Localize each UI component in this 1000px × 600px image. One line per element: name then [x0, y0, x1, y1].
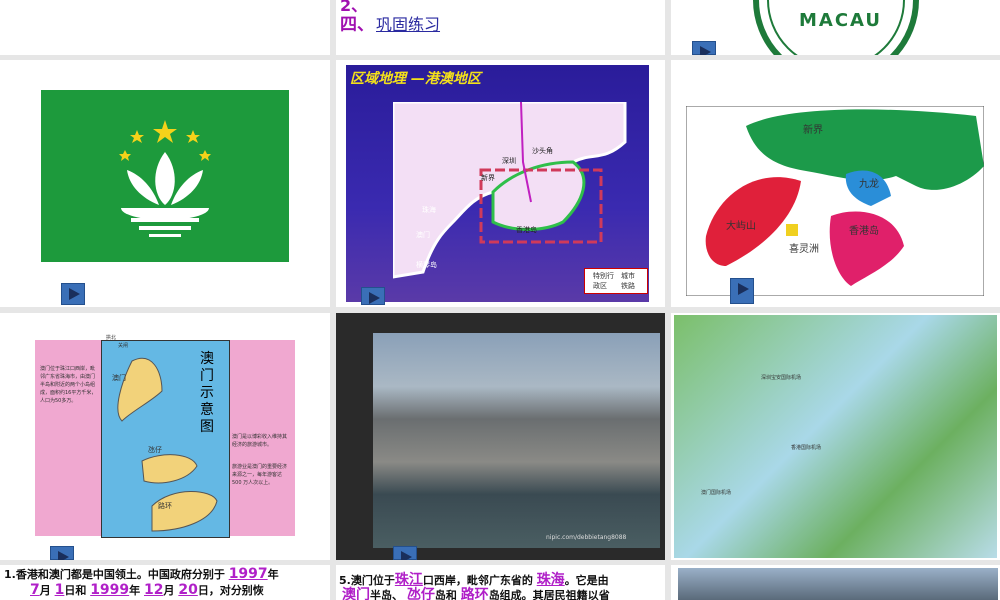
- label-lantau: 大屿山: [726, 221, 756, 232]
- bridge-photo: [678, 568, 998, 600]
- slide-12[interactable]: [671, 565, 1000, 600]
- slide-11[interactable]: 5.澳门位于珠江口西岸，毗邻广东省的 珠海。它是由 澳门半岛、 氹仔岛和 路环岛…: [336, 565, 665, 600]
- label-shenzhen-airport: 深圳宝安国际机场: [761, 375, 802, 381]
- label-kowloon: 九龙: [859, 179, 879, 190]
- slide-8[interactable]: nipic.com/debbietang8088: [336, 313, 665, 560]
- section-number: 四、: [340, 15, 374, 35]
- label-macau-airport: 澳门国际机场: [701, 490, 732, 496]
- label-shatoujiao: 沙头角: [532, 147, 553, 155]
- question-1-line2: 7月 1日和 1999年 12月 20日，对分别恢: [30, 582, 264, 598]
- label-border-gate: 关闸: [118, 343, 129, 349]
- left-description: 澳门位于珠江口西岸，毗邻广东省珠海市，由澳门半岛和附近的两个小岛组成，面积约16…: [40, 366, 97, 404]
- label-xinjie: 新界: [481, 174, 495, 182]
- photo-watermark: nipic.com/debbietang8088: [546, 534, 627, 541]
- macau-city-photo: [373, 333, 660, 548]
- map-title: 澳门示意图: [200, 351, 214, 435]
- label-hk-island: 香港岛: [516, 226, 537, 234]
- map-legend: 特别行政区 城市 铁路: [584, 268, 648, 294]
- review-practice-link[interactable]: 巩固练习: [376, 11, 440, 35]
- slide-4[interactable]: [0, 60, 330, 307]
- label-shenzhen: 深圳: [502, 157, 516, 165]
- label-macau: 澳门: [416, 231, 430, 239]
- play-button[interactable]: [50, 546, 74, 560]
- play-button[interactable]: [361, 287, 385, 305]
- slide-5[interactable]: 区域地理 —港澳地区 新界 香港岛 澳门 珠海 深圳 沙头角 横琴岛 特别行政区…: [336, 60, 665, 307]
- play-button[interactable]: [393, 546, 417, 560]
- label-taipa: 氹仔: [148, 446, 162, 454]
- label-hk-airport: 香港国际机场: [791, 445, 822, 451]
- play-button[interactable]: [730, 278, 754, 304]
- label-coloane: 路环: [158, 502, 172, 510]
- slide-10[interactable]: 1.香港和澳门都是中国领土。中国政府分别于 1997年 7月 1日和 1999年…: [0, 565, 330, 600]
- label-macau: 澳门: [112, 374, 126, 382]
- question-1-line1: 1.香港和澳门都是中国领土。中国政府分别于 1997年: [4, 566, 279, 582]
- right-description-1: 澳门是以博彩收入维持其经济的旅游城市。: [232, 434, 288, 448]
- label-zhuhai: 珠海: [422, 206, 436, 214]
- slide-6[interactable]: 新界 九龙 大屿山 香港岛 喜灵洲: [671, 60, 1000, 307]
- hk-macau-map: [393, 102, 627, 279]
- question-5-line2: 澳门半岛、 氹仔岛和 路环岛组成。其居民祖籍以省: [342, 587, 610, 600]
- label-new-territories: 新界: [803, 125, 823, 136]
- macau-text: MACAU: [799, 10, 883, 31]
- hong-kong-map: [686, 106, 984, 296]
- label-hei-ling-chau: 喜灵洲: [789, 244, 819, 255]
- macau-flag: [41, 90, 289, 262]
- label-hk-island: 香港岛: [849, 226, 879, 237]
- slide-7[interactable]: 澳门示意图 澳门 氹仔 路环 关闸 拱北 澳门位于珠江口西岸，毗邻广东省珠海市，…: [0, 313, 330, 560]
- play-button[interactable]: [692, 41, 716, 55]
- label-gongbei: 拱北: [106, 335, 117, 341]
- play-button[interactable]: [61, 283, 85, 305]
- slide-3[interactable]: MACAU: [671, 0, 1000, 55]
- slide-1[interactable]: [0, 0, 330, 55]
- hk-topographic-map: [674, 315, 997, 558]
- map-title: 区域地理 —港澳地区: [350, 71, 481, 87]
- slide-2[interactable]: 2、 四、 巩固练习: [336, 0, 665, 55]
- right-description-2: 旅游业是澳门的重要经济来源之一，每年游客达 500 万人次以上。: [232, 464, 288, 486]
- label-hengqin-island: 横琴岛: [416, 261, 437, 269]
- slide-9[interactable]: 深圳宝安国际机场 香港国际机场 澳门国际机场: [671, 313, 1000, 560]
